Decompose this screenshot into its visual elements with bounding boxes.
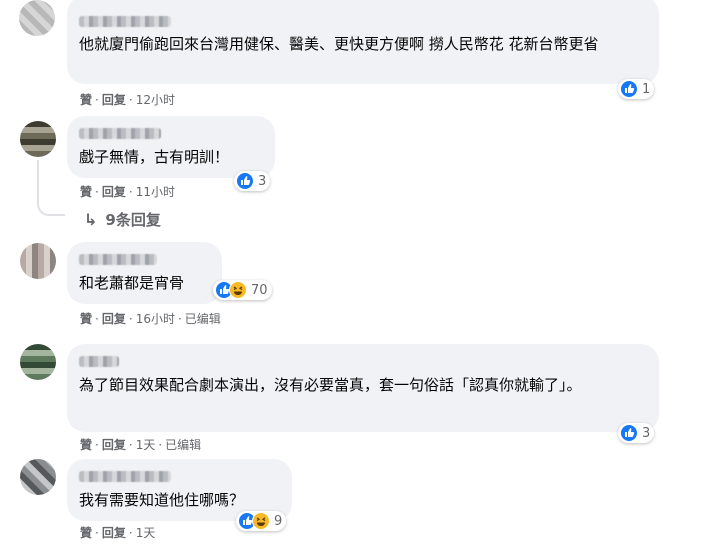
view-replies-link[interactable]: ↳ 9条回复 xyxy=(84,209,161,230)
comment-text: 和老蕭都是宵骨 xyxy=(79,274,185,292)
comment-text: 我有需要知道他住哪嗎？ xyxy=(79,491,245,509)
reply-button[interactable]: 回复 xyxy=(102,185,126,199)
commenter-name-blurred[interactable] xyxy=(79,254,157,265)
avatar[interactable] xyxy=(20,243,56,279)
reply-button[interactable]: 回复 xyxy=(102,438,126,452)
comment-text: 為了節目效果配合劇本演出，沒有必要當真，套一句俗話「認真你就輸了」。 xyxy=(79,376,582,394)
comment-meta: 贊 · 回复 · 1天 · 已编辑 xyxy=(80,438,202,452)
reaction-summary[interactable]: 70 xyxy=(213,280,272,300)
like-button[interactable]: 贊 xyxy=(80,438,92,452)
comment-meta: 贊 · 回复 · 1天 xyxy=(80,526,156,540)
comment-bubble: 和老蕭都是宵骨 xyxy=(67,242,222,304)
reaction-summary[interactable]: 9 xyxy=(236,511,287,531)
timestamp[interactable]: 12小时 xyxy=(136,93,175,107)
reaction-summary[interactable]: 3 xyxy=(234,171,271,191)
reaction-count: 1 xyxy=(642,81,651,97)
avatar[interactable] xyxy=(20,121,56,157)
edited-label: 已编辑 xyxy=(165,438,202,452)
timestamp[interactable]: 16小时 xyxy=(136,312,175,326)
reaction-count: 70 xyxy=(251,282,268,298)
reaction-summary[interactable]: 1 xyxy=(618,79,655,99)
comment-bubble: 他就廈門偷跑回來台灣用健保、醫美、更快更方便啊 撈人民幣花 花新台幣更省 xyxy=(67,0,659,84)
commenter-name-blurred[interactable] xyxy=(79,471,171,482)
reply-button[interactable]: 回复 xyxy=(102,312,126,326)
like-icon xyxy=(620,80,638,98)
comment-text: 戲子無情，古有明訓！ xyxy=(79,148,230,166)
timestamp[interactable]: 11小时 xyxy=(136,185,175,199)
like-button[interactable]: 贊 xyxy=(80,93,92,107)
comment-text: 他就廈門偷跑回來台灣用健保、醫美、更快更方便啊 撈人民幣花 花新台幣更省 xyxy=(79,35,599,53)
comment-meta: 贊 · 回复 · 16小时 · 已编辑 xyxy=(80,312,221,326)
edited-label: 已编辑 xyxy=(184,312,221,326)
reaction-count: 3 xyxy=(258,173,267,189)
avatar[interactable] xyxy=(20,344,56,380)
timestamp[interactable]: 1天 xyxy=(136,526,156,540)
thread-line xyxy=(37,160,39,202)
like-icon xyxy=(620,424,638,442)
avatar[interactable] xyxy=(19,0,55,36)
reply-button[interactable]: 回复 xyxy=(102,93,126,107)
commenter-name-blurred[interactable] xyxy=(79,356,119,367)
comment-bubble: 戲子無情，古有明訓！ xyxy=(67,116,275,178)
comment-bubble: 為了節目效果配合劇本演出，沒有必要當真，套一句俗話「認真你就輸了」。 xyxy=(67,344,659,432)
comment-meta: 贊 · 回复 · 11小时 xyxy=(80,185,175,199)
like-button[interactable]: 贊 xyxy=(80,185,92,199)
like-button[interactable]: 贊 xyxy=(80,312,92,326)
comment-meta: 贊 · 回复 · 12小时 xyxy=(80,93,175,107)
reaction-count: 3 xyxy=(642,425,651,441)
commenter-name-blurred[interactable] xyxy=(79,128,161,139)
thread-line-curve xyxy=(37,200,65,216)
reaction-summary[interactable]: 3 xyxy=(618,423,655,443)
like-icon xyxy=(236,172,254,190)
view-replies-label: 9条回复 xyxy=(105,211,161,229)
timestamp[interactable]: 1天 xyxy=(136,438,156,452)
like-button[interactable]: 贊 xyxy=(80,526,92,540)
haha-icon xyxy=(252,512,270,530)
reaction-count: 9 xyxy=(274,513,283,529)
reply-button[interactable]: 回复 xyxy=(102,526,126,540)
reply-arrow-icon: ↳ xyxy=(84,210,98,229)
haha-icon xyxy=(229,281,247,299)
commenter-name-blurred[interactable] xyxy=(79,16,171,27)
avatar[interactable] xyxy=(20,459,56,495)
